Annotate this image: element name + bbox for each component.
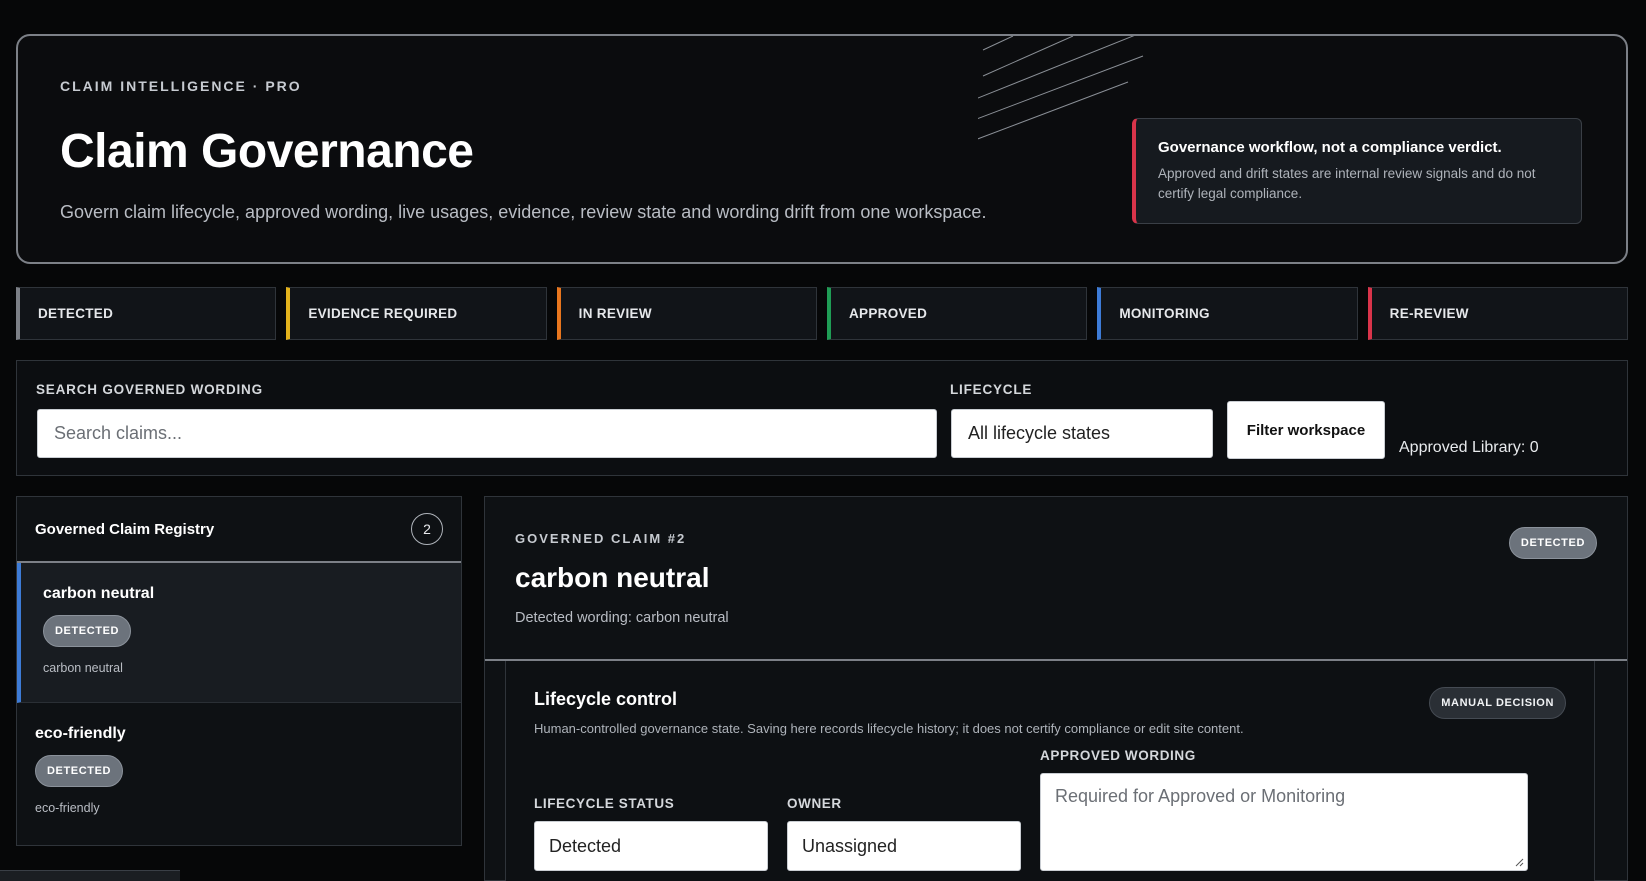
notice-title: Governance workflow, not a compliance ve…: [1158, 139, 1502, 156]
approved-wording-label: APPROVED WORDING: [1040, 748, 1196, 763]
claim-governance-page: CLAIM INTELLIGENCE · PRO Claim Governanc…: [0, 0, 1646, 881]
resize-grip-icon[interactable]: [1514, 857, 1524, 867]
search-input[interactable]: [54, 423, 936, 444]
detected-wording: Detected wording: carbon neutral: [515, 610, 729, 626]
claim-detail-panel: GOVERNED CLAIM #2 carbon neutral Detecte…: [484, 496, 1628, 881]
page-title: Claim Governance: [60, 125, 474, 178]
tab-approved[interactable]: APPROVED: [826, 287, 1088, 340]
horizontal-scrollbar[interactable]: [0, 870, 180, 881]
lifecycle-title: Lifecycle control: [534, 689, 678, 709]
registry-item-carbon-neutral[interactable]: carbon neutral DETECTED carbon neutral: [17, 563, 461, 703]
lifecycle-status-select[interactable]: Detected: [534, 821, 768, 871]
lifecycle-label: LIFECYCLE: [950, 382, 1033, 397]
governance-notice: Governance workflow, not a compliance ve…: [1132, 118, 1582, 224]
claim-id-label: GOVERNED CLAIM #2: [515, 531, 687, 546]
tab-label: MONITORING: [1119, 306, 1210, 321]
registry-header: Governed Claim Registry 2: [17, 497, 461, 563]
notice-body: Approved and drift states are internal r…: [1158, 166, 1536, 201]
search-field[interactable]: [37, 409, 937, 458]
registry-item-eco-friendly[interactable]: eco-friendly DETECTED eco-friendly: [17, 703, 461, 843]
registry-item-wording: carbon neutral: [43, 661, 123, 675]
registry-item-name: carbon neutral: [43, 585, 155, 602]
hero-header: CLAIM INTELLIGENCE · PRO Claim Governanc…: [16, 34, 1628, 264]
tab-label: EVIDENCE REQUIRED: [308, 306, 458, 321]
search-label: SEARCH GOVERNED WORDING: [36, 382, 263, 397]
manual-decision-badge: MANUAL DECISION: [1429, 687, 1566, 719]
registry-title: Governed Claim Registry: [35, 520, 215, 538]
approved-wording-placeholder: Required for Approved or Monitoring: [1055, 786, 1346, 806]
lifecycle-status-label: LIFECYCLE STATUS: [534, 796, 675, 811]
status-badge: DETECTED: [43, 615, 132, 647]
filter-workspace-button[interactable]: Filter workspace: [1227, 401, 1385, 459]
registry-count-badge: 2: [411, 513, 443, 545]
tab-monitoring[interactable]: MONITORING: [1097, 287, 1358, 340]
lifecycle-control-panel: Lifecycle control Human-controlled gover…: [505, 661, 1595, 881]
lifecycle-status-value: Detected: [549, 835, 622, 856]
filter-bar: SEARCH GOVERNED WORDING LIFECYCLE All li…: [16, 360, 1628, 476]
approved-library-count: Approved Library: 0: [1399, 439, 1539, 456]
registry-item-wording: eco-friendly: [35, 801, 100, 815]
approved-wording-textarea[interactable]: Required for Approved or Monitoring: [1040, 773, 1528, 871]
tab-detected[interactable]: DETECTED: [16, 287, 277, 340]
owner-value: Unassigned: [802, 835, 898, 856]
owner-label: OWNER: [787, 796, 842, 811]
registry-item-name: eco-friendly: [35, 725, 126, 742]
owner-select[interactable]: Unassigned: [787, 821, 1021, 871]
tab-label: APPROVED: [848, 306, 928, 321]
claim-title: carbon neutral: [515, 562, 710, 593]
status-badge: DETECTED: [35, 755, 124, 787]
lifecycle-select[interactable]: All lifecycle states: [951, 409, 1213, 458]
tab-evidence-required[interactable]: EVIDENCE REQUIRED: [286, 287, 547, 340]
hero-eyebrow: CLAIM INTELLIGENCE · PRO: [60, 78, 302, 94]
lifecycle-subtitle: Human-controlled governance state. Savin…: [534, 721, 1244, 736]
page-subtitle: Govern claim lifecycle, approved wording…: [60, 202, 987, 222]
tab-label: IN REVIEW: [578, 306, 652, 321]
tab-label: RE-REVIEW: [1389, 306, 1469, 321]
tab-re-review[interactable]: RE-REVIEW: [1367, 287, 1628, 340]
lifecycle-status-tabs: DETECTED EVIDENCE REQUIRED IN REVIEW APP…: [16, 287, 1628, 340]
lifecycle-select-value: All lifecycle states: [968, 423, 1111, 443]
claim-registry: Governed Claim Registry 2 carbon neutral…: [16, 496, 462, 846]
claim-status-badge: DETECTED: [1508, 527, 1597, 559]
claim-detail-header: GOVERNED CLAIM #2 carbon neutral Detecte…: [485, 497, 1627, 661]
tab-label: DETECTED: [38, 306, 114, 321]
tab-in-review[interactable]: IN REVIEW: [556, 287, 817, 340]
